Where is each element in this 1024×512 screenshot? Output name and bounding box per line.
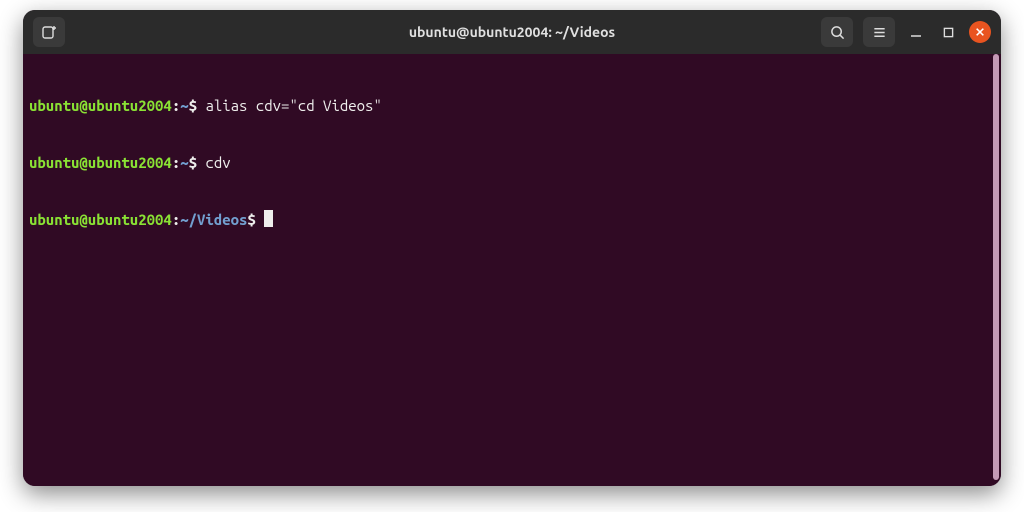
prompt-user: ubuntu@ubuntu2004: [29, 154, 172, 171]
titlebar-right-group: [821, 17, 991, 47]
close-button[interactable]: [969, 21, 991, 43]
prompt-colon: :: [172, 154, 180, 171]
command-text: alias cdv="cd Videos": [205, 97, 381, 114]
scrollbar[interactable]: [993, 54, 999, 480]
terminal-line: ubuntu@ubuntu2004:~$ cdv: [29, 153, 995, 172]
maximize-button[interactable]: [937, 21, 959, 43]
minimize-icon: [910, 26, 922, 38]
menu-button[interactable]: [863, 17, 895, 47]
new-tab-button[interactable]: [33, 17, 65, 47]
terminal-line: ubuntu@ubuntu2004:~/Videos$: [29, 210, 995, 229]
search-button[interactable]: [821, 17, 853, 47]
new-tab-icon: [41, 24, 57, 40]
prompt-user: ubuntu@ubuntu2004: [29, 97, 172, 114]
terminal-body[interactable]: ubuntu@ubuntu2004:~$ alias cdv="cd Video…: [23, 54, 1001, 486]
hamburger-icon: [872, 25, 887, 40]
prompt-path: ~/Videos: [180, 211, 247, 228]
minimize-button[interactable]: [905, 21, 927, 43]
prompt-colon: :: [172, 211, 180, 228]
titlebar-left-group: [33, 17, 65, 47]
prompt-user: ubuntu@ubuntu2004: [29, 211, 172, 228]
terminal-cursor: [264, 210, 273, 227]
command-text: cdv: [205, 154, 230, 171]
prompt-colon: :: [172, 97, 180, 114]
titlebar: ubuntu@ubuntu2004: ~/Videos: [23, 10, 1001, 54]
prompt-dollar: $: [189, 154, 206, 171]
prompt-dollar: $: [247, 211, 264, 228]
prompt-path: ~: [180, 154, 188, 171]
close-icon: [975, 27, 985, 37]
terminal-line: ubuntu@ubuntu2004:~$ alias cdv="cd Video…: [29, 96, 995, 115]
terminal-window: ubuntu@ubuntu2004: ~/Videos: [23, 10, 1001, 486]
prompt-dollar: $: [189, 97, 206, 114]
search-icon: [830, 25, 845, 40]
maximize-icon: [943, 27, 954, 38]
prompt-path: ~: [180, 97, 188, 114]
